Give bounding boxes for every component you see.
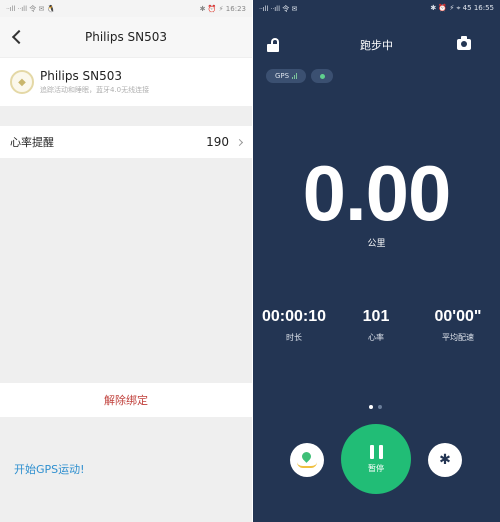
page-indicator — [369, 405, 382, 409]
heart-rate-alert-label: 心率提醒 — [10, 136, 54, 149]
pause-label: 暂停 — [368, 463, 384, 473]
device-description: 追踪活动和睡眠，蓝牙4.0无线连接 — [40, 86, 150, 94]
screenshot-root: ᐧᐧıll ᐧᐧıll 令 ✉ 🐧 ✱ ⏰ ⚡ 16:23 Philips SN… — [0, 0, 500, 522]
stat-heart-rate: 101 心率 — [331, 308, 421, 343]
heart-rate-alert-value: 190 — [206, 135, 229, 149]
map-button[interactable] — [290, 443, 324, 477]
watch-icon: ◆ — [10, 70, 34, 94]
back-arrow-icon[interactable] — [10, 28, 24, 46]
device-row[interactable]: ◆ Philips SN503 追踪活动和睡眠，蓝牙4.0无线连接 — [0, 58, 252, 106]
heart-rate-alert-row[interactable]: 心率提醒 190 — [0, 126, 252, 158]
running-screen: ᐧᐧıll ᐧᐧıll 令 ✉ ✱ ⏰ ⚡ ⌖ 45 16:55 跑步中 GPS… — [253, 0, 500, 522]
gps-label: GPS — [274, 72, 290, 80]
chevron-right-icon — [235, 138, 244, 146]
heart-indicator-icon — [319, 73, 325, 79]
settings-button[interactable]: ✱ — [428, 443, 462, 477]
status-bar: ᐧᐧıll ᐧᐧıll 令 ✉ 🐧 ✱ ⏰ ⚡ 16:23 — [0, 0, 252, 17]
page-dot-active — [369, 405, 373, 409]
camera-icon[interactable] — [457, 36, 471, 50]
map-pin-icon — [300, 450, 313, 463]
stat-value: 101 — [362, 308, 390, 325]
stat-label: 心率 — [368, 333, 384, 342]
start-gps-link[interactable]: 开始GPS运动! — [14, 461, 85, 477]
stat-value: 00'00" — [434, 308, 482, 325]
stat-label: 平均配速 — [442, 333, 474, 342]
stat-value: 00:00:10 — [261, 308, 327, 325]
nav-bar: Philips SN503 — [0, 17, 252, 57]
signal-icon — [292, 73, 298, 79]
page-dot — [378, 405, 382, 409]
stat-avg-pace: 00'00" 平均配速 — [413, 308, 500, 343]
device-name: Philips SN503 — [40, 69, 123, 83]
stat-label: 时长 — [286, 333, 302, 342]
stat-duration: 00:00:10 时长 — [249, 308, 339, 343]
device-settings-screen: ᐧᐧıll ᐧᐧıll 令 ✉ 🐧 ✱ ⏰ ⚡ 16:23 Philips SN… — [0, 0, 252, 522]
page-title: Philips SN503 — [84, 30, 168, 44]
status-right: ✱ ⏰ ⚡ 16:23 — [199, 4, 246, 13]
distance-value: 0.00 — [302, 149, 452, 237]
pause-button[interactable]: 暂停 — [341, 424, 411, 494]
heart-rate-status-badge — [311, 69, 333, 83]
status-left: ᐧᐧıll ᐧᐧıll 令 ✉ — [259, 4, 298, 13]
gear-icon: ✱ — [439, 452, 451, 468]
unbind-button[interactable]: 解除绑定 — [0, 383, 252, 417]
status-right: ✱ ⏰ ⚡ ⌖ 45 16:55 — [430, 4, 494, 12]
pause-icon — [369, 444, 383, 459]
distance-unit: 公里 — [367, 239, 386, 249]
gps-status-badge: GPS — [266, 69, 306, 83]
status-left: ᐧᐧıll ᐧᐧıll 令 ✉ 🐧 — [6, 4, 56, 13]
status-bar: ᐧᐧıll ᐧᐧıll 令 ✉ ✱ ⏰ ⚡ ⌖ 45 16:55 — [253, 0, 500, 17]
